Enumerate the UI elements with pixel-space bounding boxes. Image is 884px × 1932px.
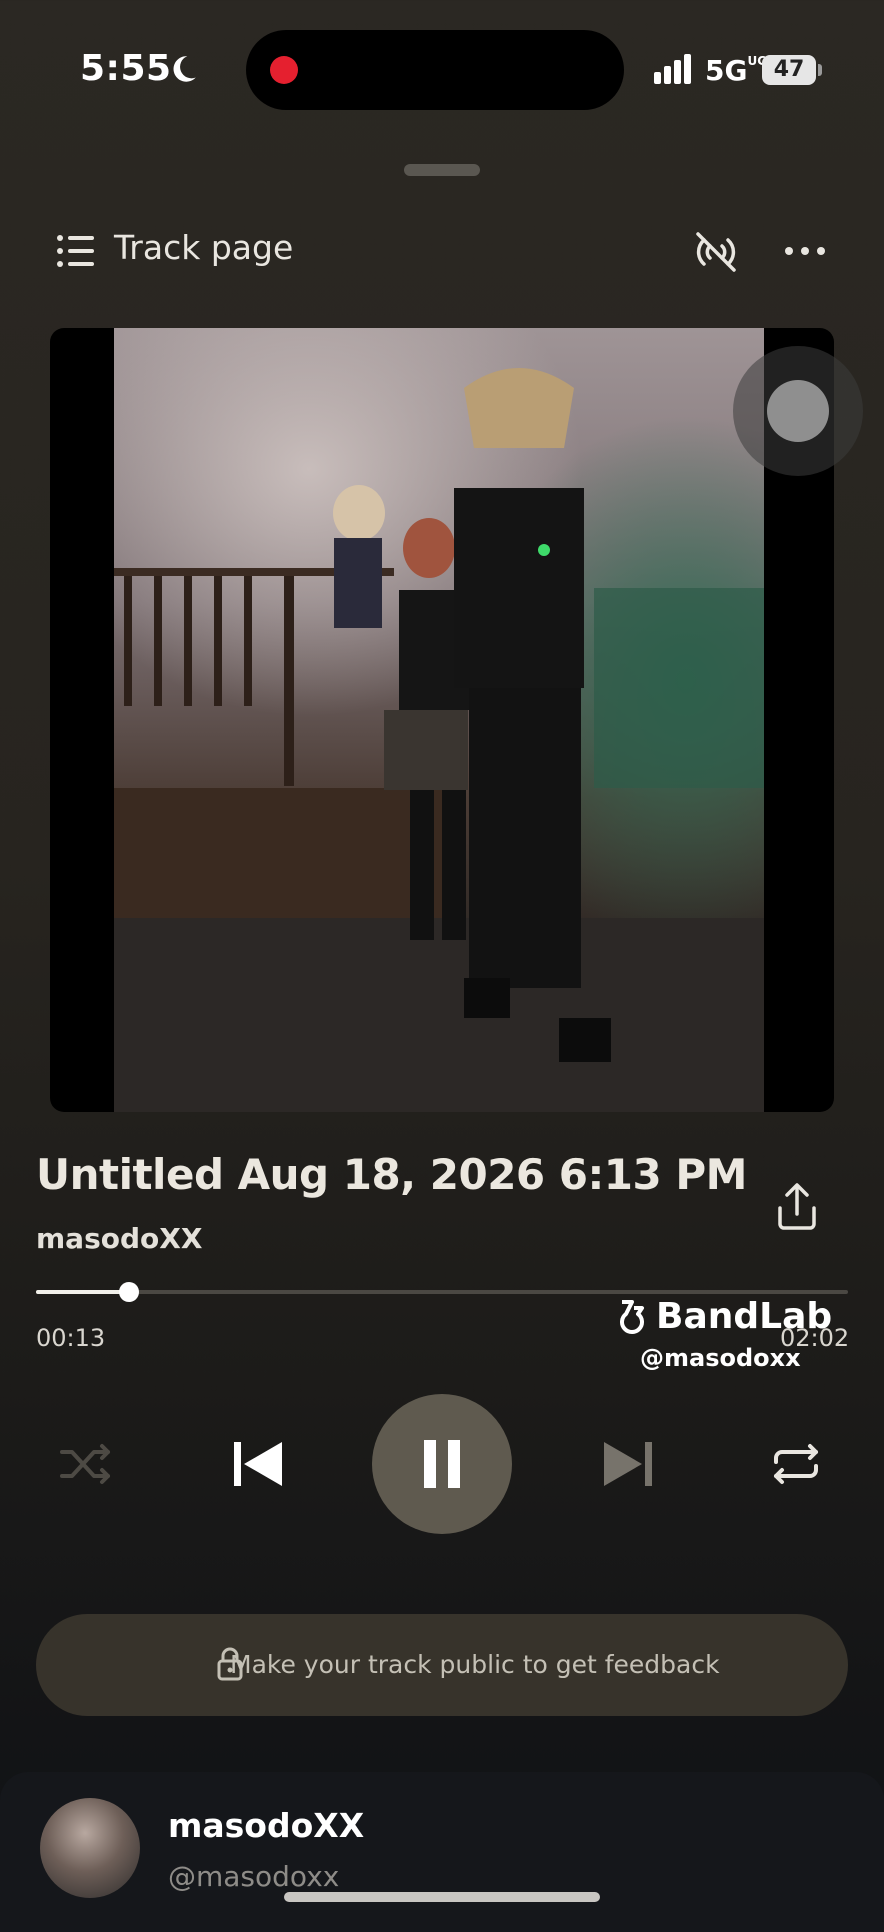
make-public-button[interactable]: Make your track public to get feedback: [36, 1614, 848, 1716]
home-indicator[interactable]: [284, 1892, 600, 1902]
watermark-handle: @masodoxx: [640, 1344, 801, 1372]
page-title[interactable]: Track page: [114, 228, 293, 267]
shuffle-icon[interactable]: [58, 1438, 114, 1490]
profile-card[interactable]: masodoXX @masodoxx: [0, 1772, 884, 1932]
more-icon[interactable]: [782, 236, 828, 266]
watermark-brand: BandLab: [656, 1296, 833, 1337]
network-label: 5GUC: [705, 54, 767, 87]
artwork-scene: [114, 368, 764, 1112]
profile-name[interactable]: masodoXX: [168, 1806, 364, 1845]
track-artwork: [50, 328, 834, 1112]
battery-indicator: 47: [762, 55, 816, 85]
avatar[interactable]: [40, 1798, 140, 1898]
recording-indicator: [270, 56, 298, 84]
profile-handle: @masodoxx: [168, 1860, 340, 1893]
previous-icon[interactable]: [228, 1436, 288, 1492]
battery-tip: [818, 64, 822, 76]
status-time: 5:55: [80, 48, 172, 89]
repeat-icon[interactable]: [768, 1438, 824, 1490]
moon-icon: [173, 56, 196, 82]
assistive-touch-button[interactable]: [733, 346, 863, 476]
share-icon[interactable]: [770, 1180, 824, 1234]
pause-button[interactable]: [372, 1394, 512, 1534]
cast-off-icon[interactable]: [690, 226, 742, 278]
track-artist[interactable]: masodoXX: [36, 1222, 202, 1255]
artwork-photo: [114, 328, 764, 1112]
pause-icon: [424, 1440, 460, 1488]
feedback-text: Make your track public to get feedback: [230, 1650, 720, 1679]
next-icon[interactable]: [598, 1436, 658, 1492]
elapsed-time: 00:13: [36, 1324, 106, 1352]
progress-bar[interactable]: [36, 1282, 848, 1302]
progress-thumb[interactable]: [119, 1282, 139, 1302]
dynamic-island: [246, 30, 624, 110]
bandlab-logo-icon: [620, 1300, 644, 1334]
sheet-grabber[interactable]: [404, 164, 480, 176]
list-icon[interactable]: [56, 234, 96, 268]
signal-icon: [654, 54, 694, 84]
progress-fill: [36, 1290, 129, 1294]
track-title: Untitled Aug 18, 2026 6:13 PM: [36, 1150, 747, 1199]
